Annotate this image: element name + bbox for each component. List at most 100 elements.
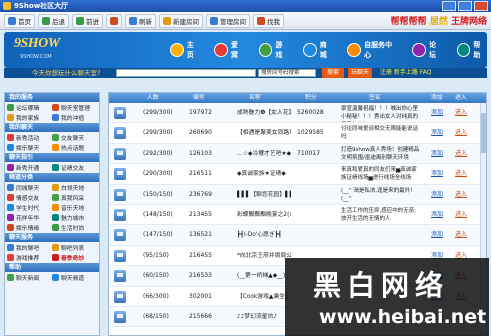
room-name[interactable]: (__第一桥梯▲◆__)	[237, 266, 291, 286]
sidebar-item-icon	[52, 194, 59, 201]
search-type-select[interactable]: 搜房间号码搜索	[258, 69, 316, 77]
toolbar-button-0[interactable]: 首页	[4, 13, 35, 28]
sidebar-item[interactable]: 白领天地	[52, 183, 97, 192]
room-list-header: 人数 编号 名称 积分 签名 添加 进入	[109, 93, 486, 103]
sidebar-item[interactable]: 情感交友	[7, 193, 52, 202]
sidebar-section-title: 聊天指引	[5, 153, 99, 162]
sidebar-item[interactable]: 游戏推荐	[7, 253, 52, 262]
add-room-link[interactable]: 添加	[431, 185, 443, 205]
sidebar-item[interactable]: 新秀活动	[7, 133, 52, 142]
toolbar-button-1[interactable]: 后退	[38, 13, 69, 28]
toolbar-button-4[interactable]: 刷新	[125, 13, 156, 28]
sidebar-item[interactable]: 证绩交友	[52, 163, 97, 172]
sidebar-item-label: 春季奇妙	[61, 256, 85, 262]
room-name[interactable]: 彩蝶飘飘飘晚宴之2(☺)	[237, 205, 291, 225]
sidebar-item[interactable]: 我的家族	[7, 113, 52, 122]
nav-item-0[interactable]: 主页	[170, 40, 200, 60]
nav-item-1[interactable]: 爱窝	[214, 40, 244, 60]
minimize-button[interactable]	[442, 1, 456, 11]
add-room-link[interactable]: 添加	[431, 123, 443, 143]
add-room-link[interactable]: 添加	[431, 144, 443, 164]
sidebar-item[interactable]: 生活时尚	[52, 223, 97, 232]
enter-room-link[interactable]: 进入	[455, 205, 467, 225]
table-row[interactable]: (148/150) 213455 彩蝶飘飘飘晚宴之2(☺) 生活工作的压抑,感应中的无…	[109, 205, 486, 226]
enter-room-link[interactable]: 进入	[455, 225, 467, 245]
sidebar-item[interactable]: 论坛哪辑	[7, 103, 52, 112]
nav-item-4[interactable]: 自服务中心	[347, 40, 398, 60]
nav-item-2[interactable]: 游戏	[258, 40, 289, 60]
sidebar-item[interactable]: 娱乐聊天	[7, 143, 52, 152]
sidebar-item[interactable]: 音乐天地	[52, 203, 97, 212]
toolbar-button-5[interactable]: 新建房间	[159, 13, 203, 28]
sidebar-item[interactable]: 娱乐情缘	[7, 223, 52, 232]
nav-item-5[interactable]: 论坛	[412, 40, 442, 60]
nav-label: 帮助	[473, 41, 481, 59]
search-input[interactable]	[116, 69, 256, 77]
room-name[interactable]: …☆◆冷攫才艺吧★◆…	[237, 144, 291, 164]
col-sig[interactable]: 签名	[369, 93, 381, 103]
maximize-button[interactable]	[458, 1, 472, 11]
sidebar-item[interactable]: 魅力城市	[52, 213, 97, 222]
search-button[interactable]: 搜索	[322, 68, 344, 78]
toolbar-button-7[interactable]: 找我	[253, 13, 284, 28]
add-room-link[interactable]: 添加	[431, 205, 443, 225]
room-name[interactable]: ♪♪梦幻流星坊♪	[237, 307, 291, 327]
room-name[interactable]: ▌▌▌【聊您花园】▌▌▌	[237, 185, 291, 205]
room-name[interactable]: 【相遇是聚美女同路坊】	[237, 123, 291, 143]
sidebar-item[interactable]: 学生时代	[7, 203, 52, 212]
sidebar-item[interactable]: 我的冲值	[52, 113, 97, 122]
add-room-link[interactable]: 添加	[431, 225, 443, 245]
table-row[interactable]: (299/300) 197972 成熟魅力❹【女人花】 5260028 豪宣温馨祝福！！…	[109, 103, 486, 124]
table-row[interactable]: (292/300) 126103 …☆◆冷攫才艺吧★◆… 710017 打造9show真…	[109, 143, 486, 165]
random-chat-button[interactable]: 玩聊天	[348, 68, 372, 78]
room-name[interactable]: ◆真诚家族★证绩◆	[237, 164, 291, 184]
sidebar-item[interactable]: 聊天室管理	[52, 103, 97, 112]
scroll-thumb[interactable]	[481, 113, 486, 153]
room-name[interactable]: *向北京王府井周局公	[237, 246, 291, 266]
close-button[interactable]	[474, 1, 488, 11]
sidebar-item[interactable]: 交友聊天	[52, 133, 97, 142]
toolbar-button-3[interactable]	[106, 13, 122, 28]
sidebar-item-label: 证绩交友	[61, 166, 85, 172]
table-row[interactable]: (299/300) 260690 【相遇是聚美女同路坊】 1029585 讨论同味爱谈相…	[109, 123, 486, 144]
room-name[interactable]: 成熟魅力❹【女人花】	[237, 103, 291, 123]
nav-item-3[interactable]: 商城	[303, 40, 333, 60]
table-row[interactable]: (290/300) 216511 ◆真诚家族★证绩◆ 来真和爱真的同友们来▅真诚家族证…	[109, 164, 486, 185]
sidebar-item[interactable]: 热点话题	[52, 143, 97, 152]
col-score[interactable]: 积分	[305, 93, 317, 103]
toolbar-button-2[interactable]: 前进	[72, 13, 103, 28]
sidebar-item[interactable]: 春季奇妙	[52, 253, 97, 262]
nav-item-6[interactable]: 帮助	[456, 40, 487, 60]
sidebar-item[interactable]: 我的聊吧	[7, 243, 52, 252]
add-room-link[interactable]: 添加	[431, 164, 443, 184]
sidebar-item-icon	[52, 244, 59, 251]
sidebar-item[interactable]: 聊天新闻	[7, 273, 52, 282]
nav-label: 论坛	[428, 41, 436, 59]
sidebar-item-icon	[52, 144, 59, 151]
enter-room-link[interactable]: 进入	[455, 164, 467, 184]
sidebar-item[interactable]: 聊天频道	[52, 273, 97, 282]
enter-room-link[interactable]: 进入	[455, 123, 467, 143]
sidebar-item[interactable]: 同城聊天	[7, 183, 52, 192]
col-members[interactable]: 人数	[147, 93, 159, 103]
col-name[interactable]: 名称	[249, 93, 261, 103]
toolbar-button-6[interactable]: 管理房间	[206, 13, 250, 28]
nav-icon	[303, 43, 317, 57]
add-room-link[interactable]: 添加	[431, 103, 443, 123]
site-logo[interactable]: 9SHOW	[14, 36, 60, 52]
enter-room-link[interactable]: 进入	[455, 103, 467, 123]
promo-text[interactable]: 帮帮帮帮 居然 王牌网络	[391, 14, 487, 27]
enter-room-link[interactable]: 进入	[455, 144, 467, 164]
sidebar-section: 我的聊吧 聊吧列表 游戏推荐 春季奇妙	[5, 242, 99, 263]
help-links[interactable]: 注册 新手上路 FAQ	[380, 68, 431, 78]
room-name[interactable]: ┣┫I-Do'心愿ぎ┣┫	[237, 225, 291, 245]
enter-room-link[interactable]: 进入	[455, 185, 467, 205]
table-row[interactable]: (150/150) 236769 ▌▌▌【聊您花园】▌▌▌ (__'' 渴是私浓,逢是…	[109, 184, 486, 205]
table-row[interactable]: (147/150) 136521 ┣┫I-Do'心愿ぎ┣┫ 添加 进入	[109, 225, 486, 246]
sidebar-item[interactable]: 新秀开通	[7, 163, 52, 172]
sidebar-item[interactable]: 真我风采	[52, 193, 97, 202]
col-id[interactable]: 编号	[193, 93, 205, 103]
sidebar-item[interactable]: 花样年华	[7, 213, 52, 222]
sidebar-item[interactable]: 聊吧列表	[52, 243, 97, 252]
room-name[interactable]: 【Cook游戏▲乘坐】	[237, 287, 291, 307]
